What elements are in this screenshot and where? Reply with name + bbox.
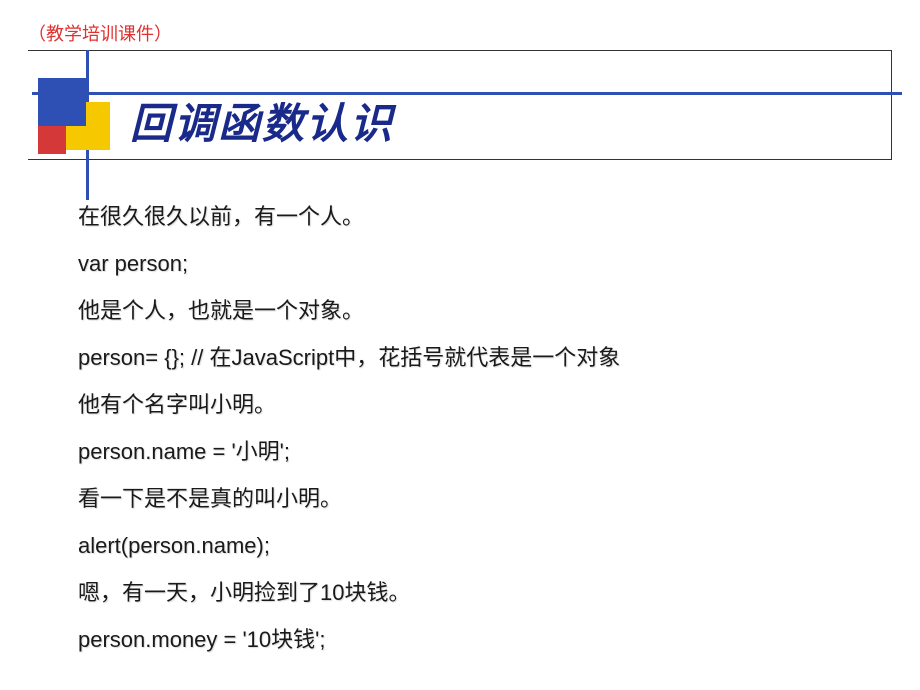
slide-content: 在很久很久以前，有一个人。 var person; 他是个人，也就是一个对象。 …	[78, 200, 880, 670]
content-line: var person;	[78, 247, 880, 280]
content-line: person= {}; // 在JavaScript中，花括号就代表是一个对象	[78, 341, 880, 374]
decoration-red-block	[38, 126, 66, 154]
content-line: 他是个人，也就是一个对象。	[78, 294, 880, 327]
header-label: （教学培训课件）	[28, 20, 172, 46]
slide-title: 回调函数认识	[130, 90, 394, 151]
content-line: 嗯，有一天，小明捡到了10块钱。	[78, 576, 880, 609]
decoration-blue-block	[38, 78, 86, 126]
content-line: 在很久很久以前，有一个人。	[78, 200, 880, 233]
content-line: alert(person.name);	[78, 529, 880, 562]
decoration-blocks	[38, 78, 128, 168]
content-line: 他有个名字叫小明。	[78, 388, 880, 421]
content-line: person.name = '小明';	[78, 435, 880, 468]
content-line: person.money = '10块钱';	[78, 623, 880, 656]
content-line: 看一下是不是真的叫小明。	[78, 482, 880, 515]
